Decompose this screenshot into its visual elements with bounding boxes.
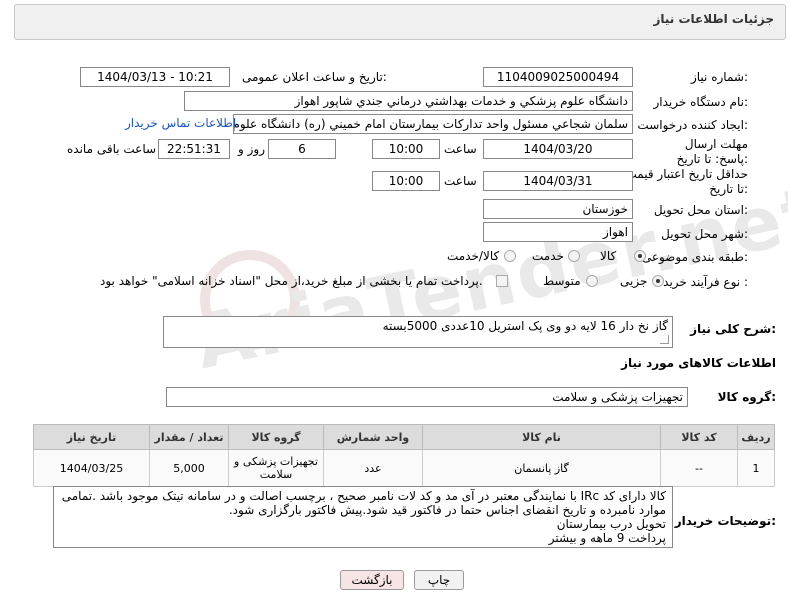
cell-name: گاز پانسمان	[422, 449, 661, 487]
cell-code: --	[660, 449, 738, 487]
cell-group: تجهیزات پزشکی و سلامت	[228, 449, 324, 487]
requester-field: سلمان شجاعي مسئول واحد تدارکات بيمارستان…	[233, 114, 633, 134]
page-title: جزئیات اطلاعات نیاز	[653, 12, 774, 26]
days-label: روز و	[238, 142, 265, 156]
col-row: ردیف	[737, 424, 775, 450]
requester-label: ایجاد کننده درخواست:	[637, 118, 748, 132]
cell-unit: عدد	[323, 449, 423, 487]
city-label: شهر محل تحویل:	[661, 227, 748, 241]
col-name: نام کالا	[422, 424, 661, 450]
col-unit: واحد شمارش	[323, 424, 423, 450]
price-time-label: ساعت	[444, 174, 477, 188]
cell-need-date: 1404/03/25	[33, 449, 150, 487]
items-table: ردیف کد کالا نام کالا واحد شمارش گروه کا…	[33, 424, 775, 487]
description-text: گاز نخ دار 16 لایه دو وی پک استریل 10عدد…	[382, 319, 668, 333]
process-label: نوع فرآیند خرید :	[663, 275, 748, 289]
category-radio-service[interactable]	[568, 250, 580, 262]
remaining-time-field: 22:51:31	[158, 139, 230, 159]
buyer-notes-line: پرداخت 9 ماهه و بیشتر	[548, 531, 666, 545]
back-button[interactable]: بازگشت	[340, 570, 404, 590]
col-code: کد کالا	[660, 424, 738, 450]
category-radio-goods[interactable]	[634, 250, 646, 262]
buyer-notes-line: تحویل درب بیمارستان	[556, 517, 666, 531]
cell-qty: 5,000	[149, 449, 229, 487]
price-time-field: 10:00	[372, 171, 440, 191]
process-radio-minor[interactable]	[652, 275, 664, 287]
buyer-notes-line: موارد نامبرده و تاریخ انقضای اجناس حتما …	[228, 503, 666, 517]
buyer-org-label: نام دستگاه خریدار:	[653, 95, 749, 109]
goods-group-field: تجهیزات پزشکی و سلامت	[166, 387, 688, 407]
reply-time-field: 10:00	[372, 139, 440, 159]
buyer-contact-link[interactable]: اطلاعات تماس خریدار	[125, 116, 236, 130]
col-qty: تعداد / مقدار	[149, 424, 229, 450]
description-label: شرح کلی نیاز:	[690, 322, 776, 336]
province-label: استان محل تحویل:	[653, 203, 748, 217]
payment-note: پرداخت تمام یا بخشی از مبلغ خرید،از محل …	[100, 274, 483, 288]
payment-checkbox[interactable]	[496, 275, 508, 287]
col-group: گروه کالا	[228, 424, 324, 450]
announce-field: 1404/03/13 - 10:21	[80, 67, 230, 87]
city-field: اهواز	[483, 222, 633, 242]
table-row: 1 -- گاز پانسمان عدد تجهیزات پزشکی و سلا…	[33, 449, 775, 487]
buyer-notes-field: کالا دارای کد IRc با نمایندگی معتبر در آ…	[53, 486, 673, 548]
buyer-org-field: دانشگاه علوم پزشکي و خدمات بهداشتي درمان…	[184, 91, 633, 111]
buyer-notes-label: توضیحات خریدار:	[674, 514, 776, 528]
category-option-goods: کالا	[600, 249, 617, 263]
need-number-label: شماره نیاز:	[690, 70, 748, 84]
goods-group-label: گروه کالا:	[717, 390, 776, 404]
need-number-field: 1104009025000494	[483, 67, 633, 87]
description-field: گاز نخ دار 16 لایه دو وی پک استریل 10عدد…	[163, 316, 673, 348]
province-field: خوزستان	[483, 199, 633, 219]
price-date-field: 1404/03/31	[483, 171, 633, 191]
remaining-label: ساعت باقی مانده	[67, 142, 157, 156]
col-need-date: تاریخ نیاز	[33, 424, 150, 450]
days-field: 6	[268, 139, 336, 159]
announce-label: تاریخ و ساعت اعلان عمومی:	[242, 70, 387, 84]
category-option-service: خدمت	[532, 249, 564, 263]
buyer-notes-line: کالا دارای کد IRc با نمایندگی معتبر در آ…	[61, 489, 666, 503]
print-button[interactable]: چاپ	[414, 570, 464, 590]
table-header-row: ردیف کد کالا نام کالا واحد شمارش گروه کا…	[33, 424, 775, 450]
reply-date-field: 1404/03/20	[483, 139, 633, 159]
process-option-medium: متوسط	[543, 274, 581, 288]
category-option-both: کالا/خدمت	[447, 249, 500, 263]
process-option-minor: جزیی	[620, 274, 648, 288]
process-radio-medium[interactable]	[586, 275, 598, 287]
cell-row: 1	[737, 449, 775, 487]
reply-time-label: ساعت	[444, 142, 477, 156]
category-label: طبقه بندی موضوعی:	[641, 250, 748, 264]
goods-info-title: اطلاعات کالاهای مورد نیاز	[621, 356, 776, 370]
category-radio-both[interactable]	[504, 250, 516, 262]
reply-deadline-label: مهلت ارسال پاسخ: تا تاریخ:	[676, 137, 748, 166]
price-valid-label: حداقل تاریخ اعتبار قیمت: تا تاریخ:	[621, 167, 748, 196]
resize-handle[interactable]	[660, 335, 669, 344]
